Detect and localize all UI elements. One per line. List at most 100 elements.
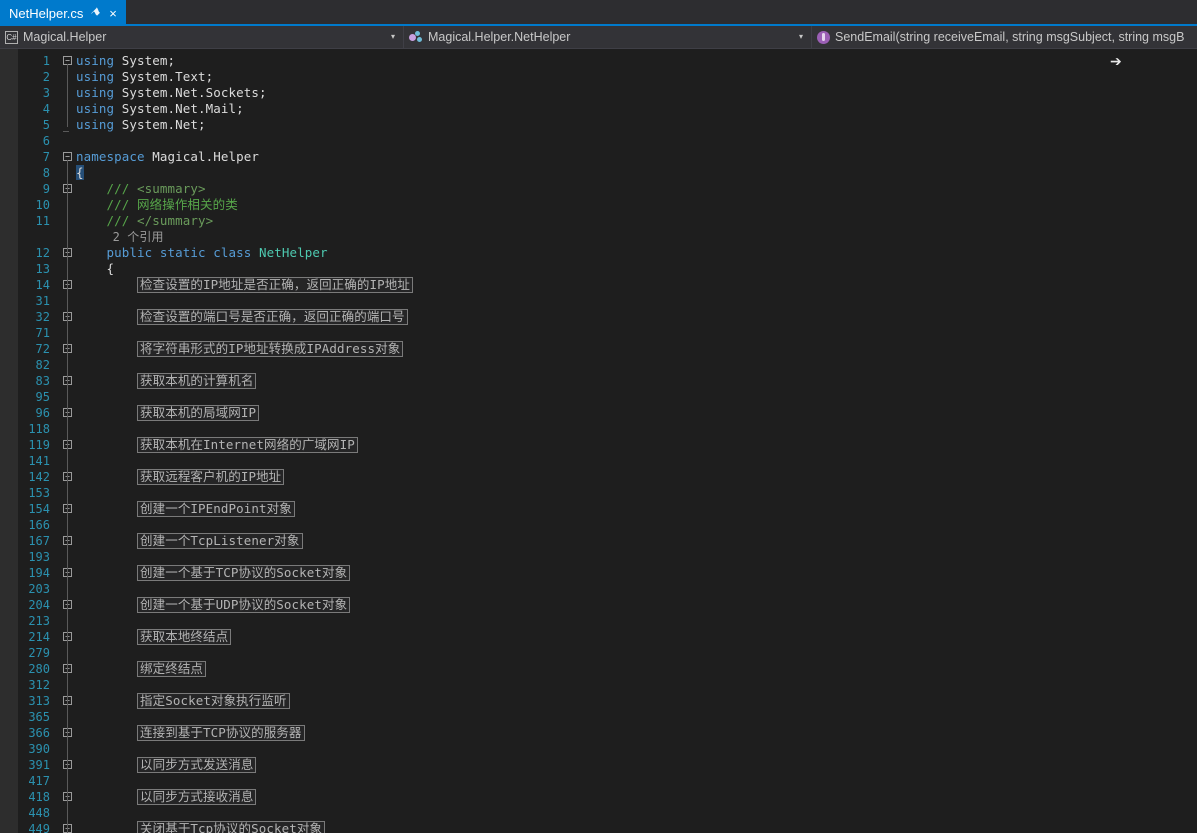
code-line[interactable]: 390 <box>0 741 1197 757</box>
pin-icon[interactable]: ⚑ <box>87 5 103 21</box>
code-line[interactable]: 9 /// <summary> <box>0 181 1197 197</box>
collapsed-region-block[interactable]: 创建一个TcpListener对象 <box>137 533 302 549</box>
collapsed-region-block[interactable]: 获取本地终结点 <box>137 629 231 645</box>
line-number: 12 <box>0 245 50 261</box>
code-line[interactable]: 280 绑定终结点 <box>0 661 1197 677</box>
tab-bar-empty-area <box>126 0 1197 26</box>
code-line[interactable]: 448 <box>0 805 1197 821</box>
line-number: 5 <box>0 117 50 133</box>
code-line[interactable]: 366 连接到基于TCP协议的服务器 <box>0 725 1197 741</box>
code-line[interactable]: 83 获取本机的计算机名 <box>0 373 1197 389</box>
type-dropdown-label: Magical.Helper.NetHelper <box>423 30 795 44</box>
code-text: using System.Net.Sockets; <box>76 85 1197 101</box>
code-line[interactable]: 365 <box>0 709 1197 725</box>
code-text: 指定Socket对象执行监听 <box>76 693 1197 709</box>
collapsed-region-block[interactable]: 创建一个基于UDP协议的Socket对象 <box>137 597 350 613</box>
code-line[interactable]: 2 个引用 <box>0 229 1197 245</box>
code-line[interactable]: 4using System.Net.Mail; <box>0 101 1197 117</box>
code-line[interactable]: 13 { <box>0 261 1197 277</box>
code-line[interactable]: 167 创建一个TcpListener对象 <box>0 533 1197 549</box>
code-line[interactable]: 391 以同步方式发送消息 <box>0 757 1197 773</box>
code-line[interactable]: 1using System; <box>0 53 1197 69</box>
code-line[interactable]: 194 创建一个基于TCP协议的Socket对象 <box>0 565 1197 581</box>
chevron-down-icon[interactable]: ▾ <box>387 33 401 41</box>
code-line[interactable]: 6 <box>0 133 1197 149</box>
code-line[interactable]: 118 <box>0 421 1197 437</box>
code-line[interactable]: 2using System.Text; <box>0 69 1197 85</box>
code-line[interactable]: 417 <box>0 773 1197 789</box>
code-line[interactable]: 204 创建一个基于UDP协议的Socket对象 <box>0 597 1197 613</box>
code-line[interactable]: 71 <box>0 325 1197 341</box>
code-line[interactable]: 193 <box>0 549 1197 565</box>
code-surface[interactable]: 1using System;2using System.Text;3 using … <box>0 49 1197 833</box>
collapsed-region-block[interactable]: 绑定终结点 <box>137 661 206 677</box>
code-line[interactable]: 449 关闭基于Tcp协议的Socket对象 <box>0 821 1197 833</box>
code-line[interactable]: 95 <box>0 389 1197 405</box>
code-line[interactable]: 142 获取远程客户机的IP地址 <box>0 469 1197 485</box>
code-line[interactable]: 31 <box>0 293 1197 309</box>
code-line[interactable]: 82 <box>0 357 1197 373</box>
code-line[interactable]: 10 /// 网络操作相关的类 <box>0 197 1197 213</box>
collapsed-region-block[interactable]: 检查设置的IP地址是否正确，返回正确的IP地址 <box>137 277 413 293</box>
code-line[interactable]: 154 创建一个IPEndPoint对象 <box>0 501 1197 517</box>
project-dropdown[interactable]: C# Magical.Helper ▾ <box>0 26 404 48</box>
code-line[interactable]: 8{ <box>0 165 1197 181</box>
collapsed-region-block[interactable]: 以同步方式发送消息 <box>137 757 256 773</box>
code-line[interactable]: 14 检查设置的IP地址是否正确，返回正确的IP地址 <box>0 277 1197 293</box>
code-line[interactable]: 141 <box>0 453 1197 469</box>
code-line[interactable]: 12 public static class NetHelper <box>0 245 1197 261</box>
code-line[interactable]: 153 <box>0 485 1197 501</box>
line-number: 13 <box>0 261 50 277</box>
code-text: /// </summary> <box>76 213 1197 229</box>
collapsed-region-block[interactable]: 检查设置的端口号是否正确，返回正确的端口号 <box>137 309 408 325</box>
line-number: 95 <box>0 389 50 405</box>
collapsed-region-block[interactable]: 将字符串形式的IP地址转换成IPAddress对象 <box>137 341 403 357</box>
code-text: namespace Magical.Helper <box>76 149 1197 165</box>
line-number: 418 <box>0 789 50 805</box>
collapsed-region-block[interactable]: 获取远程客户机的IP地址 <box>137 469 284 485</box>
code-line[interactable]: 72 将字符串形式的IP地址转换成IPAddress对象 <box>0 341 1197 357</box>
tab-nethelper-cs[interactable]: NetHelper.cs ⚑ × <box>0 0 126 26</box>
code-line[interactable]: 96 获取本机的局域网IP <box>0 405 1197 421</box>
collapsed-region-block[interactable]: 指定Socket对象执行监听 <box>137 693 290 709</box>
collapsed-region-block[interactable]: 获取本机在Internet网络的广域网IP <box>137 437 358 453</box>
code-line[interactable]: 119 获取本机在Internet网络的广域网IP <box>0 437 1197 453</box>
code-line[interactable]: 203 <box>0 581 1197 597</box>
code-line[interactable]: 7namespace Magical.Helper <box>0 149 1197 165</box>
code-line[interactable]: 3 using System.Net.Sockets; <box>0 85 1197 101</box>
code-text <box>76 421 1197 437</box>
code-line[interactable]: 11 /// </summary> <box>0 213 1197 229</box>
code-line[interactable]: 5using System.Net; <box>0 117 1197 133</box>
code-line[interactable]: 32 检查设置的端口号是否正确，返回正确的端口号 <box>0 309 1197 325</box>
code-line[interactable]: 313 指定Socket对象执行监听 <box>0 693 1197 709</box>
code-text <box>76 613 1197 629</box>
collapsed-region-block[interactable]: 连接到基于TCP协议的服务器 <box>137 725 304 741</box>
code-line[interactable]: 214 获取本地终结点 <box>0 629 1197 645</box>
line-number: 118 <box>0 421 50 437</box>
collapsed-region-block[interactable]: 获取本机的计算机名 <box>137 373 256 389</box>
close-icon[interactable]: × <box>107 7 119 20</box>
collapsed-region-block[interactable]: 获取本机的局域网IP <box>137 405 259 421</box>
chevron-down-icon[interactable]: ▾ <box>795 33 809 41</box>
type-dropdown[interactable]: Magical.Helper.NetHelper ▾ <box>404 26 812 48</box>
code-line[interactable]: 279 <box>0 645 1197 661</box>
code-text: 以同步方式接收消息 <box>76 789 1197 805</box>
collapsed-region-block[interactable]: 关闭基于Tcp协议的Socket对象 <box>137 821 325 833</box>
collapsed-region-block[interactable]: 创建一个IPEndPoint对象 <box>137 501 295 517</box>
member-dropdown[interactable]: SendEmail(string receiveEmail, string ms… <box>812 26 1197 48</box>
line-number: 71 <box>0 325 50 341</box>
collapsed-region-block[interactable]: 以同步方式接收消息 <box>137 789 256 805</box>
code-line[interactable]: 166 <box>0 517 1197 533</box>
code-line[interactable]: 418 以同步方式接收消息 <box>0 789 1197 805</box>
collapsed-region-block[interactable]: 创建一个基于TCP协议的Socket对象 <box>137 565 350 581</box>
line-number: 9 <box>0 181 50 197</box>
code-line[interactable]: 213 <box>0 613 1197 629</box>
code-line[interactable]: 312 <box>0 677 1197 693</box>
code-text: /// <summary> <box>76 181 1197 197</box>
tab-bar-accent-underline <box>0 24 1197 26</box>
code-editor[interactable]: 1using System;2using System.Text;3 using … <box>0 49 1197 833</box>
line-number: 82 <box>0 357 50 373</box>
line-number: 3 <box>0 85 50 101</box>
line-number: 193 <box>0 549 50 565</box>
code-token <box>76 213 107 228</box>
